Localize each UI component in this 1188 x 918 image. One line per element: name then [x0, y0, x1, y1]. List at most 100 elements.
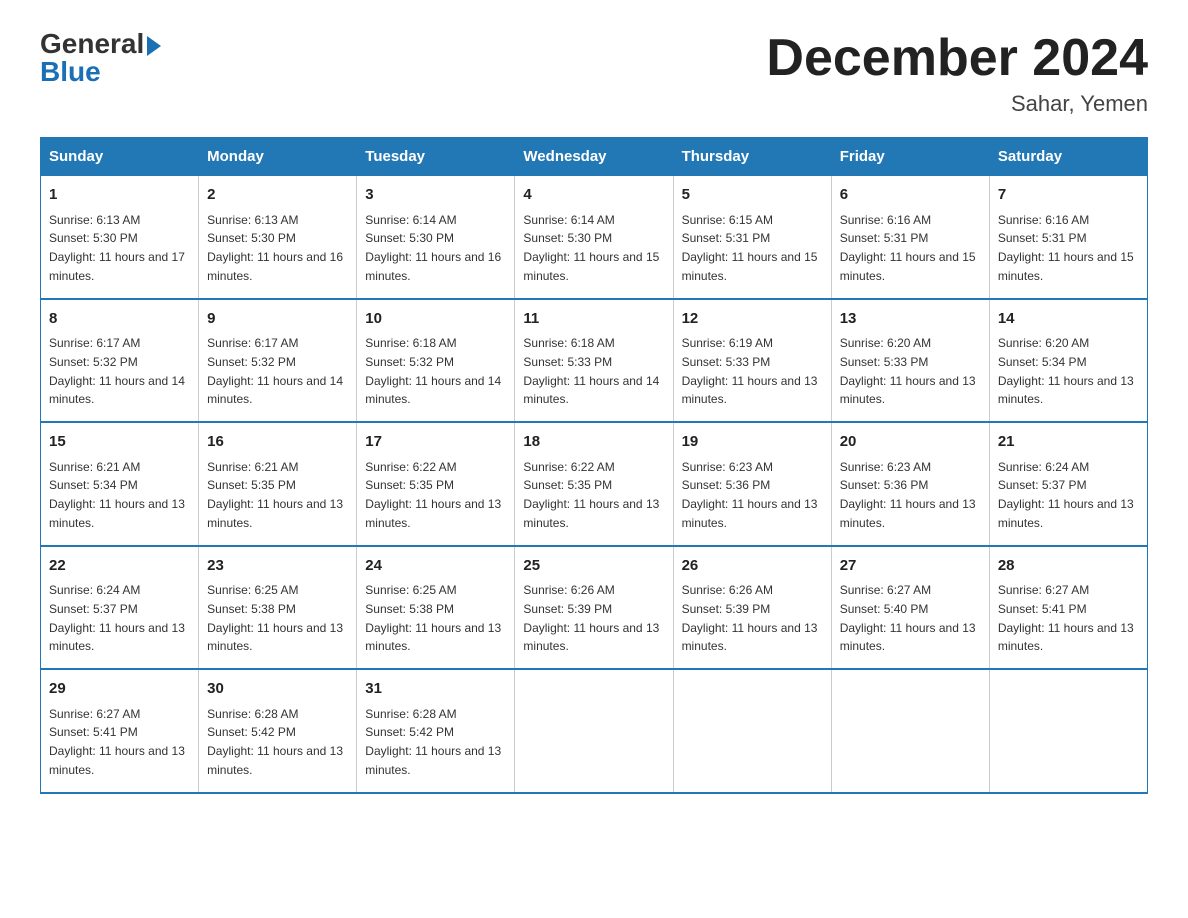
location: Sahar, Yemen: [766, 91, 1148, 117]
calendar-cell: 17Sunrise: 6:22 AMSunset: 5:35 PMDayligh…: [357, 422, 515, 546]
day-info: Sunrise: 6:25 AMSunset: 5:38 PMDaylight:…: [365, 583, 501, 653]
day-info: Sunrise: 6:27 AMSunset: 5:41 PMDaylight:…: [998, 583, 1134, 653]
day-number: 15: [49, 431, 190, 454]
calendar-cell: [673, 669, 831, 793]
calendar-cell: 4Sunrise: 6:14 AMSunset: 5:30 PMDaylight…: [515, 176, 673, 299]
calendar-cell: 16 Sunrise: 6:21 AMSunset: 5:35 PMDayligh…: [199, 422, 357, 546]
calendar-cell: 14 Sunrise: 6:20 AMSunset: 5:34 PMDayligh…: [989, 299, 1147, 423]
day-number: 6: [840, 184, 981, 207]
day-info: Sunrise: 6:17 AMSunset: 5:32 PMDaylight:…: [207, 336, 343, 406]
day-number: 29: [49, 678, 190, 701]
day-number: 9: [207, 308, 348, 331]
calendar-header-row: SundayMondayTuesdayWednesdayThursdayFrid…: [41, 138, 1148, 176]
day-info: Sunrise: 6:23 AMSunset: 5:36 PMDaylight:…: [840, 460, 976, 530]
day-number: 12: [682, 308, 823, 331]
calendar-cell: 30 Sunrise: 6:28 AMSunset: 5:42 PMDayligh…: [199, 669, 357, 793]
day-info: Sunrise: 6:13 AMSunset: 5:30 PMDaylight:…: [207, 213, 343, 283]
calendar-cell: 6 Sunrise: 6:16 AMSunset: 5:31 PMDaylight…: [831, 176, 989, 299]
calendar-cell: 11Sunrise: 6:18 AMSunset: 5:33 PMDayligh…: [515, 299, 673, 423]
calendar-cell: 10Sunrise: 6:18 AMSunset: 5:32 PMDayligh…: [357, 299, 515, 423]
day-info: Sunrise: 6:24 AMSunset: 5:37 PMDaylight:…: [49, 583, 185, 653]
day-info: Sunrise: 6:27 AMSunset: 5:40 PMDaylight:…: [840, 583, 976, 653]
day-info: Sunrise: 6:26 AMSunset: 5:39 PMDaylight:…: [682, 583, 818, 653]
day-info: Sunrise: 6:17 AMSunset: 5:32 PMDaylight:…: [49, 336, 185, 406]
day-info: Sunrise: 6:24 AMSunset: 5:37 PMDaylight:…: [998, 460, 1134, 530]
day-number: 11: [523, 308, 664, 331]
calendar-cell: 24 Sunrise: 6:25 AMSunset: 5:38 PMDayligh…: [357, 546, 515, 670]
calendar-week-row: 8 Sunrise: 6:17 AMSunset: 5:32 PMDaylight…: [41, 299, 1148, 423]
calendar-cell: 1 Sunrise: 6:13 AMSunset: 5:30 PMDaylight…: [41, 176, 199, 299]
day-info: Sunrise: 6:16 AMSunset: 5:31 PMDaylight:…: [840, 213, 976, 283]
calendar-table: SundayMondayTuesdayWednesdayThursdayFrid…: [40, 137, 1148, 794]
day-number: 14: [998, 308, 1139, 331]
calendar-cell: 12 Sunrise: 6:19 AMSunset: 5:33 PMDayligh…: [673, 299, 831, 423]
calendar-cell: 13 Sunrise: 6:20 AMSunset: 5:33 PMDayligh…: [831, 299, 989, 423]
day-number: 22: [49, 555, 190, 578]
calendar-cell: 23Sunrise: 6:25 AMSunset: 5:38 PMDayligh…: [199, 546, 357, 670]
calendar-cell: 22 Sunrise: 6:24 AMSunset: 5:37 PMDayligh…: [41, 546, 199, 670]
calendar-cell: 8 Sunrise: 6:17 AMSunset: 5:32 PMDaylight…: [41, 299, 199, 423]
calendar-cell: [831, 669, 989, 793]
column-header-saturday: Saturday: [989, 138, 1147, 176]
calendar-cell: 20 Sunrise: 6:23 AMSunset: 5:36 PMDayligh…: [831, 422, 989, 546]
day-number: 7: [998, 184, 1139, 207]
day-info: Sunrise: 6:26 AMSunset: 5:39 PMDaylight:…: [523, 583, 659, 653]
day-number: 24: [365, 555, 506, 578]
day-info: Sunrise: 6:23 AMSunset: 5:36 PMDaylight:…: [682, 460, 818, 530]
day-number: 10: [365, 308, 506, 331]
day-info: Sunrise: 6:20 AMSunset: 5:33 PMDaylight:…: [840, 336, 976, 406]
calendar-cell: 27 Sunrise: 6:27 AMSunset: 5:40 PMDayligh…: [831, 546, 989, 670]
column-header-thursday: Thursday: [673, 138, 831, 176]
day-info: Sunrise: 6:27 AMSunset: 5:41 PMDaylight:…: [49, 707, 185, 777]
day-number: 5: [682, 184, 823, 207]
day-number: 3: [365, 184, 506, 207]
day-info: Sunrise: 6:28 AMSunset: 5:42 PMDaylight:…: [207, 707, 343, 777]
calendar-cell: 9 Sunrise: 6:17 AMSunset: 5:32 PMDaylight…: [199, 299, 357, 423]
day-info: Sunrise: 6:14 AMSunset: 5:30 PMDaylight:…: [523, 213, 659, 283]
calendar-cell: 25 Sunrise: 6:26 AMSunset: 5:39 PMDayligh…: [515, 546, 673, 670]
day-number: 30: [207, 678, 348, 701]
day-info: Sunrise: 6:21 AMSunset: 5:35 PMDaylight:…: [207, 460, 343, 530]
day-number: 23: [207, 555, 348, 578]
calendar-cell: 21 Sunrise: 6:24 AMSunset: 5:37 PMDayligh…: [989, 422, 1147, 546]
day-info: Sunrise: 6:28 AMSunset: 5:42 PMDaylight:…: [365, 707, 501, 777]
day-info: Sunrise: 6:13 AMSunset: 5:30 PMDaylight:…: [49, 213, 185, 283]
calendar-cell: 15Sunrise: 6:21 AMSunset: 5:34 PMDayligh…: [41, 422, 199, 546]
calendar-cell: 7 Sunrise: 6:16 AMSunset: 5:31 PMDaylight…: [989, 176, 1147, 299]
day-number: 13: [840, 308, 981, 331]
day-info: Sunrise: 6:19 AMSunset: 5:33 PMDaylight:…: [682, 336, 818, 406]
day-number: 25: [523, 555, 664, 578]
column-header-wednesday: Wednesday: [515, 138, 673, 176]
day-info: Sunrise: 6:20 AMSunset: 5:34 PMDaylight:…: [998, 336, 1134, 406]
day-number: 27: [840, 555, 981, 578]
calendar-cell: 31 Sunrise: 6:28 AMSunset: 5:42 PMDayligh…: [357, 669, 515, 793]
calendar-week-row: 22 Sunrise: 6:24 AMSunset: 5:37 PMDayligh…: [41, 546, 1148, 670]
day-info: Sunrise: 6:16 AMSunset: 5:31 PMDaylight:…: [998, 213, 1134, 283]
calendar-week-row: 1 Sunrise: 6:13 AMSunset: 5:30 PMDaylight…: [41, 176, 1148, 299]
calendar-cell: 3Sunrise: 6:14 AMSunset: 5:30 PMDaylight…: [357, 176, 515, 299]
logo: General Blue: [40, 30, 161, 86]
calendar-cell: 2 Sunrise: 6:13 AMSunset: 5:30 PMDaylight…: [199, 176, 357, 299]
calendar-week-row: 15Sunrise: 6:21 AMSunset: 5:34 PMDayligh…: [41, 422, 1148, 546]
calendar-cell: 5Sunrise: 6:15 AMSunset: 5:31 PMDaylight…: [673, 176, 831, 299]
day-number: 17: [365, 431, 506, 454]
day-number: 21: [998, 431, 1139, 454]
calendar-cell: [515, 669, 673, 793]
page-header: General Blue December 2024 Sahar, Yemen: [40, 30, 1148, 117]
column-header-tuesday: Tuesday: [357, 138, 515, 176]
column-header-monday: Monday: [199, 138, 357, 176]
logo-text-blue: Blue: [40, 58, 101, 86]
day-number: 1: [49, 184, 190, 207]
day-number: 19: [682, 431, 823, 454]
column-header-sunday: Sunday: [41, 138, 199, 176]
day-info: Sunrise: 6:22 AMSunset: 5:35 PMDaylight:…: [523, 460, 659, 530]
day-number: 8: [49, 308, 190, 331]
day-number: 16: [207, 431, 348, 454]
day-number: 2: [207, 184, 348, 207]
logo-text-general: General: [40, 30, 161, 58]
day-number: 31: [365, 678, 506, 701]
calendar-cell: 18Sunrise: 6:22 AMSunset: 5:35 PMDayligh…: [515, 422, 673, 546]
day-number: 28: [998, 555, 1139, 578]
column-header-friday: Friday: [831, 138, 989, 176]
day-number: 20: [840, 431, 981, 454]
